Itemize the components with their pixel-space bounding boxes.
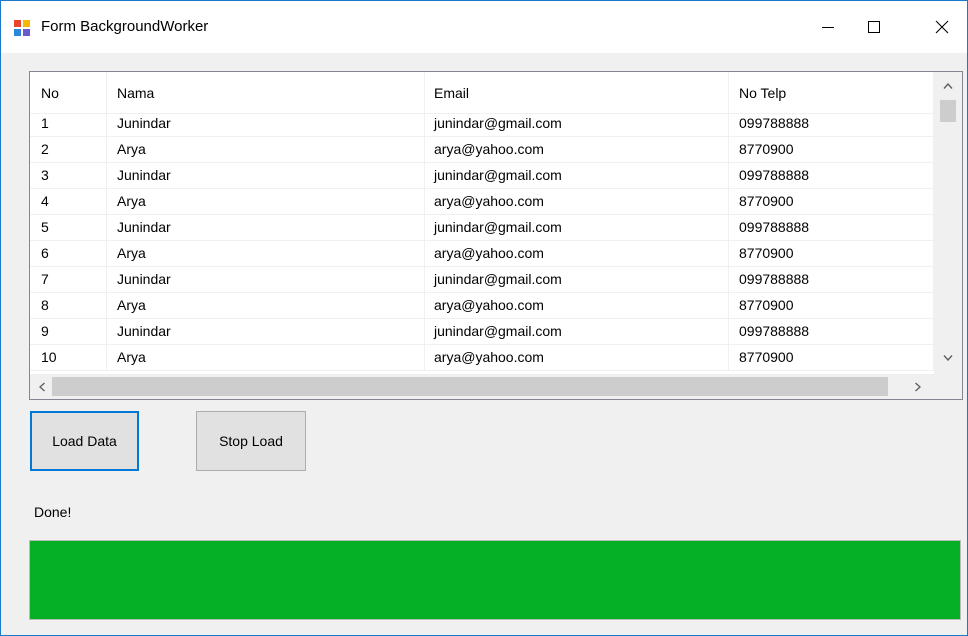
form-window-icon: [14, 20, 30, 36]
cell-nama[interactable]: Junindar: [107, 163, 425, 189]
title-bar: Form BackgroundWorker: [1, 1, 967, 53]
cell-no[interactable]: 2: [30, 137, 107, 163]
table-row[interactable]: 10 Arya arya@yahoo.com 8770900: [30, 345, 934, 371]
cell-email[interactable]: arya@yahoo.com: [425, 293, 729, 319]
column-header-nama[interactable]: Nama: [107, 72, 425, 114]
cell-nama[interactable]: Junindar: [107, 111, 425, 137]
scroll-down-icon[interactable]: [940, 350, 956, 366]
status-label: Done!: [34, 504, 72, 520]
cell-nama[interactable]: Junindar: [107, 215, 425, 241]
table-row[interactable]: 8 Arya arya@yahoo.com 8770900: [30, 293, 934, 319]
table-row[interactable]: 3 Junindar junindar@gmail.com 099788888: [30, 163, 934, 189]
close-button[interactable]: [919, 1, 965, 53]
cell-no-telp[interactable]: 099788888: [729, 215, 934, 241]
cell-no-telp[interactable]: 8770900: [729, 189, 934, 215]
table-row[interactable]: 7 Junindar junindar@gmail.com 099788888: [30, 267, 934, 293]
table-row[interactable]: 9 Junindar junindar@gmail.com 099788888: [30, 319, 934, 345]
vertical-scrollbar[interactable]: [934, 72, 962, 374]
scroll-up-icon[interactable]: [940, 78, 956, 94]
cell-no-telp[interactable]: 099788888: [729, 163, 934, 189]
cell-email[interactable]: arya@yahoo.com: [425, 241, 729, 267]
scrollbar-corner: [934, 374, 962, 399]
cell-no-telp[interactable]: 8770900: [729, 241, 934, 267]
close-icon: [935, 20, 949, 34]
scroll-right-icon[interactable]: [910, 378, 926, 395]
cell-no-telp[interactable]: 8770900: [729, 137, 934, 163]
maximize-icon: [868, 21, 880, 33]
progress-bar-fill: [30, 541, 960, 619]
stop-load-button[interactable]: Stop Load: [196, 411, 306, 471]
column-header-no-telp[interactable]: No Telp: [729, 72, 934, 114]
scroll-left-icon[interactable]: [34, 378, 50, 395]
table-row[interactable]: 6 Arya arya@yahoo.com 8770900: [30, 241, 934, 267]
data-grid[interactable]: No Nama Email No Telp 1 Junindar junindar@…: [29, 71, 963, 400]
table-row[interactable]: 4 Arya arya@yahoo.com 8770900: [30, 189, 934, 215]
progress-bar: [29, 540, 961, 620]
cell-no-telp[interactable]: 099788888: [729, 319, 934, 345]
table-row[interactable]: 2 Arya arya@yahoo.com 8770900: [30, 137, 934, 163]
cell-nama[interactable]: Junindar: [107, 267, 425, 293]
cell-email[interactable]: junindar@gmail.com: [425, 215, 729, 241]
cell-email[interactable]: junindar@gmail.com: [425, 163, 729, 189]
cell-nama[interactable]: Junindar: [107, 319, 425, 345]
cell-email[interactable]: junindar@gmail.com: [425, 319, 729, 345]
window-title: Form BackgroundWorker: [41, 18, 209, 35]
cell-no[interactable]: 8: [30, 293, 107, 319]
cell-email[interactable]: junindar@gmail.com: [425, 267, 729, 293]
vertical-scroll-thumb[interactable]: [940, 100, 956, 122]
minimize-button[interactable]: [805, 1, 851, 53]
column-header-no[interactable]: No: [30, 72, 107, 114]
cell-email[interactable]: arya@yahoo.com: [425, 137, 729, 163]
cell-nama[interactable]: Arya: [107, 345, 425, 371]
load-data-button[interactable]: Load Data: [30, 411, 139, 471]
cell-no-telp[interactable]: 8770900: [729, 293, 934, 319]
cell-no[interactable]: 10: [30, 345, 107, 371]
grid-header-row: No Nama Email No Telp: [30, 72, 934, 114]
maximize-button[interactable]: [851, 1, 897, 53]
cell-email[interactable]: arya@yahoo.com: [425, 189, 729, 215]
cell-no[interactable]: 4: [30, 189, 107, 215]
column-header-email[interactable]: Email: [425, 72, 729, 114]
cell-nama[interactable]: Arya: [107, 293, 425, 319]
minimize-icon: [822, 27, 834, 28]
cell-no[interactable]: 5: [30, 215, 107, 241]
cell-email[interactable]: arya@yahoo.com: [425, 345, 729, 371]
cell-no-telp[interactable]: 8770900: [729, 345, 934, 371]
cell-email[interactable]: junindar@gmail.com: [425, 111, 729, 137]
horizontal-scroll-thumb[interactable]: [52, 377, 888, 396]
cell-no[interactable]: 7: [30, 267, 107, 293]
cell-no[interactable]: 9: [30, 319, 107, 345]
table-row[interactable]: 5 Junindar junindar@gmail.com 099788888: [30, 215, 934, 241]
cell-nama[interactable]: Arya: [107, 241, 425, 267]
cell-no[interactable]: 3: [30, 163, 107, 189]
app-window: Form BackgroundWorker No Nama Email No T: [0, 0, 968, 636]
grid-body: No Nama Email No Telp 1 Junindar junindar@…: [30, 72, 934, 374]
cell-no[interactable]: 6: [30, 241, 107, 267]
cell-nama[interactable]: Arya: [107, 137, 425, 163]
cell-no-telp[interactable]: 099788888: [729, 267, 934, 293]
cell-no-telp[interactable]: 099788888: [729, 111, 934, 137]
cell-nama[interactable]: Arya: [107, 189, 425, 215]
horizontal-scrollbar[interactable]: [30, 374, 934, 399]
cell-no[interactable]: 1: [30, 111, 107, 137]
table-row[interactable]: 1 Junindar junindar@gmail.com 099788888: [30, 111, 934, 137]
